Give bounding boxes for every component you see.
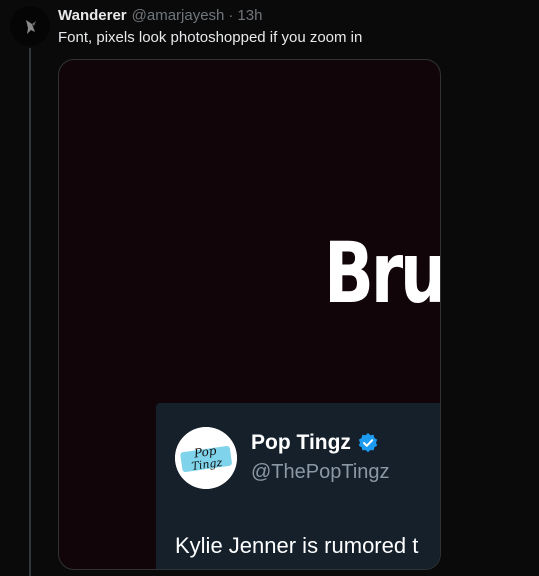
- separator-dot: ·: [228, 6, 234, 24]
- timestamp[interactable]: 13h: [237, 7, 262, 24]
- bird-logo-icon: [10, 6, 50, 46]
- embedded-post-handle: @ThePopTingz: [251, 461, 390, 483]
- tweet-reply-view: Wanderer @amarjayesh · 13h Font, pixels …: [0, 0, 539, 576]
- embedded-post-name-row: Pop Tingz: [251, 431, 379, 455]
- pop-tingz-logo-icon: Pop Tingz: [175, 427, 237, 489]
- tweet-header: Wanderer @amarjayesh · 13h: [58, 5, 262, 25]
- verified-badge-icon: [357, 432, 379, 454]
- tweet-text: Font, pixels look photoshopped if you zo…: [58, 29, 363, 46]
- image-headline-text: Bru: [324, 224, 441, 322]
- embedded-post-avatar: Pop Tingz: [175, 427, 237, 489]
- embedded-post-text: Kylie Jenner is rumored t: [175, 533, 419, 558]
- user-handle[interactable]: @amarjayesh: [132, 7, 225, 24]
- embedded-post-name: Pop Tingz: [251, 431, 351, 454]
- thread-connector-line: [29, 48, 31, 576]
- display-name[interactable]: Wanderer: [58, 7, 127, 24]
- avatar[interactable]: [10, 6, 50, 46]
- tweet-media-image[interactable]: Bru Pop Tingz Pop Tingz @ThePopTingz Kyl…: [58, 59, 441, 570]
- embedded-post-card: Pop Tingz Pop Tingz @ThePopTingz Kylie J…: [156, 403, 440, 569]
